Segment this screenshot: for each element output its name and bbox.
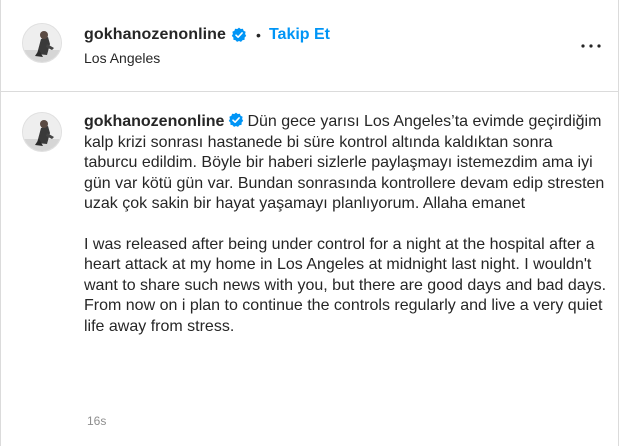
caption-text-en: I was released after being under control… [84,235,607,335]
more-options-icon[interactable] [579,39,603,51]
verified-badge-icon [228,112,244,128]
post-timestamp[interactable]: 16s [87,414,106,428]
username-link[interactable]: gokhanozenonline [84,26,226,44]
caption-username[interactable]: gokhanozenonline [84,113,224,130]
header-username-row: gokhanozenonline • Takip Et [84,24,330,46]
separator-dot: • [256,27,261,43]
avatar-photo [23,113,61,151]
location-link[interactable]: Los Angeles [84,50,160,66]
post-panel: gokhanozenonline • Takip Et Los Angeles [0,0,619,446]
caption-avatar[interactable] [22,112,62,152]
avatar-photo [23,24,61,62]
follow-button[interactable]: Takip Et [269,26,330,44]
verified-badge-icon [231,27,247,43]
caption-tr-paragraph: gokhanozenonline Dün gece yarısı Los Ang… [84,112,609,215]
post-caption: gokhanozenonline Dün gece yarısı Los Ang… [84,112,609,337]
avatar[interactable] [22,23,62,63]
post-header: gokhanozenonline • Takip Et Los Angeles [1,0,618,92]
